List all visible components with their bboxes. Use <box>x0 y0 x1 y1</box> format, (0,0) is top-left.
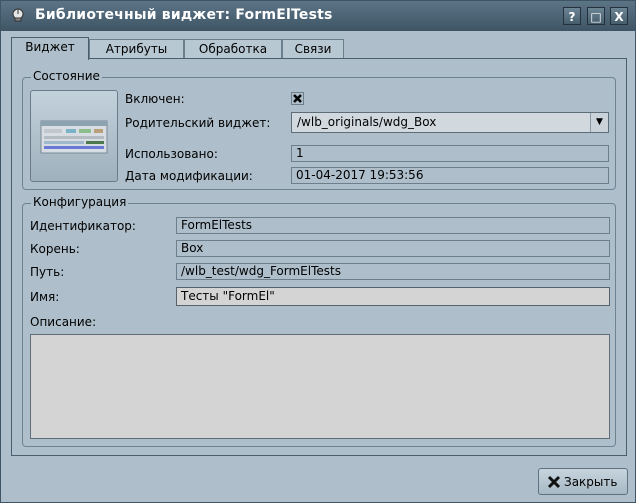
modified-label: Дата модификации: <box>125 169 253 183</box>
state-group-title: Состояние <box>31 69 102 83</box>
tab-panel-widget: Состояние Включен: Родительский виджет: … <box>11 58 627 456</box>
tab-attributes[interactable]: Атрибуты <box>89 39 184 58</box>
chevron-down-icon[interactable]: ▼ <box>590 113 608 132</box>
root-label: Корень: <box>30 242 80 256</box>
help-button[interactable]: ? <box>563 7 581 25</box>
maximize-button[interactable]: □ <box>587 7 605 25</box>
configuration-group-title: Конфигурация <box>31 195 129 209</box>
close-button[interactable]: Закрыть <box>538 468 628 495</box>
parent-widget-select[interactable]: /wlb_originals/wdg_Box ▼ <box>291 112 609 133</box>
modified-field: 01-04-2017 19:53:56 <box>291 167 609 184</box>
close-button-label: Закрыть <box>564 475 618 489</box>
name-input[interactable]: Тесты "FormEl" <box>176 287 610 306</box>
name-label: Имя: <box>30 290 60 304</box>
path-label: Путь: <box>30 265 65 279</box>
enabled-checkbox[interactable] <box>291 92 304 105</box>
enabled-label: Включен: <box>125 92 185 106</box>
parent-widget-label: Родительский виджет: <box>125 116 271 130</box>
identifier-label: Идентификатор: <box>30 219 136 233</box>
description-textarea[interactable] <box>30 334 610 439</box>
tab-widget[interactable]: Виджет <box>11 37 89 60</box>
window-title: Библиотечный виджет: FormElTests <box>35 7 333 23</box>
path-field: /wlb_test/wdg_FormElTests <box>176 263 610 280</box>
description-label: Описание: <box>30 315 97 329</box>
titlebar[interactable]: Библиотечный виджет: FormElTests ? □ X <box>1 1 635 31</box>
tab-processing[interactable]: Обработка <box>184 39 282 58</box>
tab-links[interactable]: Связи <box>282 39 344 58</box>
close-x-icon <box>547 475 561 489</box>
check-icon <box>293 94 302 103</box>
used-field: 1 <box>291 145 609 162</box>
library-widget-window: Библиотечный виджет: FormElTests ? □ X В… <box>0 0 636 503</box>
close-window-button[interactable]: X <box>610 7 628 25</box>
identifier-field: FormElTests <box>176 217 610 234</box>
widget-preview-image[interactable] <box>30 90 118 182</box>
lamp-icon <box>9 7 27 25</box>
parent-widget-value: /wlb_originals/wdg_Box <box>297 115 437 129</box>
root-field: Box <box>176 240 610 257</box>
used-label: Использовано: <box>125 147 218 161</box>
